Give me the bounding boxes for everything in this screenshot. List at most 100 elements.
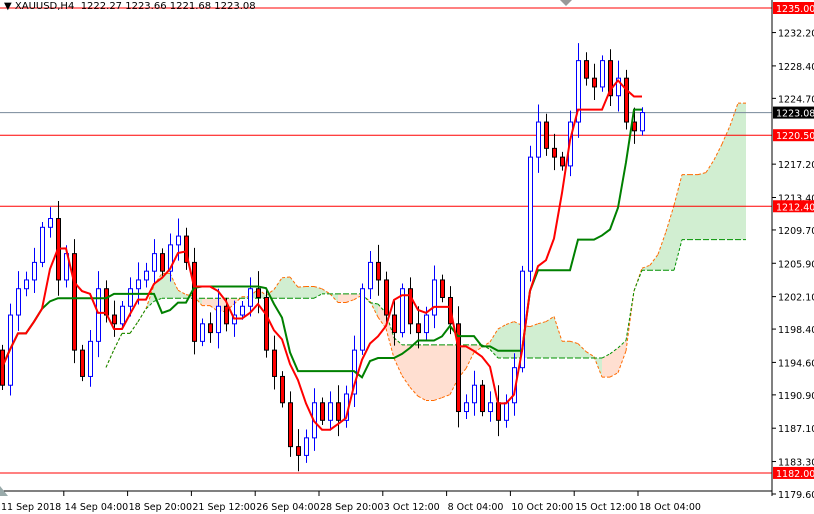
candle-body bbox=[536, 121, 541, 158]
candle-body bbox=[208, 323, 213, 334]
candle-body bbox=[432, 279, 437, 316]
candle-body bbox=[416, 323, 421, 334]
candle-body bbox=[88, 340, 93, 377]
y-tick-label: 1209.70 bbox=[778, 226, 814, 237]
candle-body bbox=[16, 288, 21, 316]
candle-body bbox=[176, 235, 181, 246]
ichimoku-cloud-segment bbox=[426, 344, 434, 401]
candle-body bbox=[544, 121, 549, 149]
candle-body bbox=[216, 305, 221, 334]
candle-body bbox=[440, 279, 445, 298]
candle-body bbox=[624, 77, 629, 123]
x-tick-label: 14 Sep 04:00 bbox=[65, 502, 128, 513]
ichimoku-cloud-segment bbox=[578, 343, 586, 359]
candle-body bbox=[296, 446, 301, 456]
ichimoku-cloud-segment bbox=[562, 341, 570, 359]
candle-body bbox=[200, 323, 205, 342]
candle-body bbox=[368, 261, 373, 290]
candle-body bbox=[280, 375, 285, 404]
candle-body bbox=[80, 349, 85, 377]
y-tick-label: 1187.10 bbox=[778, 424, 814, 435]
ichimoku-cloud-segment bbox=[682, 174, 690, 240]
price-chart[interactable]: 1232.201228.401224.701217.201213.401209.… bbox=[0, 0, 814, 514]
ichimoku-cloud-segment bbox=[506, 321, 514, 359]
x-tick-label: 15 Oct 12:00 bbox=[575, 502, 637, 513]
chart-shift-marker[interactable] bbox=[560, 0, 572, 6]
x-tick-label: 3 Oct 12:00 bbox=[384, 502, 440, 513]
ichimoku-cloud-segment bbox=[498, 324, 506, 359]
candle-body bbox=[528, 156, 533, 272]
ichimoku-cloud-segment bbox=[658, 231, 666, 271]
candle-body bbox=[136, 279, 141, 290]
ichimoku-cloud-segment bbox=[722, 125, 730, 240]
candle-body bbox=[552, 147, 557, 158]
y-tick-label: 1190.90 bbox=[778, 391, 814, 402]
candle-body bbox=[128, 288, 133, 307]
ichimoku-cloud-segment bbox=[298, 286, 306, 299]
level-price-label: 1212.40 bbox=[776, 202, 814, 213]
candle-body bbox=[120, 305, 125, 325]
candle-body bbox=[152, 253, 157, 272]
candle-body bbox=[384, 279, 389, 316]
candle-body bbox=[496, 402, 501, 421]
symbol-label: XAUUSD,H4 bbox=[14, 1, 75, 12]
candle-body bbox=[40, 226, 45, 263]
ichimoku-cloud-segment bbox=[418, 344, 426, 401]
senkou-span-b bbox=[137, 308, 147, 322]
y-tick-label: 1202.10 bbox=[778, 293, 814, 304]
candle-body bbox=[32, 261, 37, 281]
candle-body bbox=[640, 112, 645, 132]
candle-body bbox=[72, 253, 77, 351]
candle-body bbox=[480, 384, 485, 413]
candle-body bbox=[360, 288, 365, 351]
candle-body bbox=[592, 77, 597, 88]
y-tick-label: 1183.30 bbox=[778, 458, 814, 469]
current-price-label: 1223.08 bbox=[776, 109, 814, 120]
ichimoku-cloud-segment bbox=[442, 344, 450, 398]
candle-body bbox=[336, 402, 341, 421]
y-tick-label: 1198.40 bbox=[778, 325, 814, 336]
x-tick-label: 28 Sep 20:00 bbox=[320, 502, 383, 513]
ichimoku-cloud-segment bbox=[306, 286, 314, 299]
x-tick-label: 26 Sep 04:00 bbox=[256, 502, 319, 513]
ohlc-readout: 1222.27 1223.66 1221.68 1223.08 bbox=[80, 1, 256, 12]
candle-body bbox=[96, 288, 101, 342]
y-tick-label: 1224.70 bbox=[778, 94, 814, 105]
candle-body bbox=[272, 349, 277, 377]
ichimoku-cloud-segment bbox=[706, 159, 714, 240]
ichimoku-cloud-segment bbox=[282, 276, 290, 299]
candle-body bbox=[104, 288, 109, 316]
candle-body bbox=[48, 218, 53, 228]
candle-body bbox=[472, 384, 477, 404]
candle-body bbox=[144, 270, 149, 281]
candle-body bbox=[240, 305, 245, 316]
candle-body bbox=[464, 402, 469, 413]
candle-body bbox=[256, 288, 261, 298]
senkou-span-b bbox=[113, 333, 123, 350]
candle-body bbox=[408, 288, 413, 325]
candle-body bbox=[264, 296, 269, 351]
candle-body bbox=[632, 121, 637, 132]
candle-body bbox=[376, 261, 381, 281]
candle-body bbox=[112, 314, 117, 325]
candle-body bbox=[488, 402, 493, 413]
candle-body bbox=[192, 261, 197, 342]
ichimoku-cloud-segment bbox=[338, 293, 346, 303]
ichimoku-cloud-segment bbox=[530, 323, 538, 359]
candle-body bbox=[584, 60, 589, 79]
ichimoku-cloud-segment bbox=[538, 321, 546, 359]
candle-body bbox=[424, 314, 429, 334]
ichimoku-cloud-segment bbox=[610, 347, 618, 378]
candle-body bbox=[560, 156, 565, 167]
y-tick-label: 1217.20 bbox=[778, 160, 814, 171]
x-tick-label: 11 Sep 2018 bbox=[1, 502, 61, 513]
candle-body bbox=[24, 279, 29, 290]
ichimoku-cloud-segment bbox=[170, 273, 178, 299]
candle-body bbox=[160, 253, 165, 272]
candle-body bbox=[600, 60, 605, 88]
level-price-label: 1182.00 bbox=[776, 469, 814, 480]
senkou-span-b bbox=[129, 321, 139, 334]
candle-body bbox=[224, 305, 229, 325]
ichimoku-cloud-segment bbox=[434, 344, 442, 401]
ichimoku-cloud-segment bbox=[570, 341, 578, 359]
